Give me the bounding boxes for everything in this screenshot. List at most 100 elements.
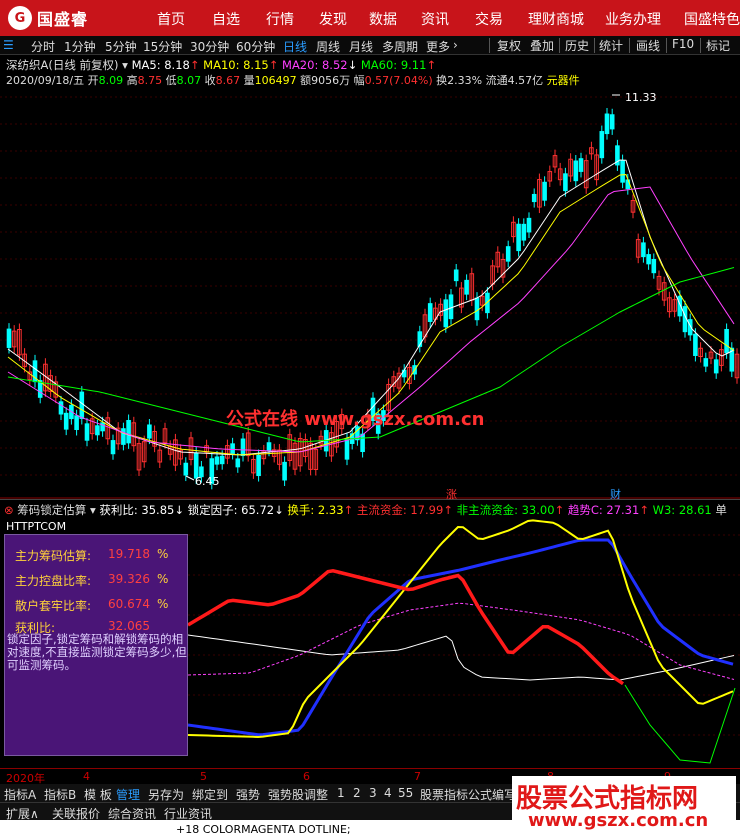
tab-strong-adjust[interactable]: 强势股调整	[268, 786, 328, 803]
divider	[489, 38, 490, 53]
ma60-label: MA60: 9.11	[360, 58, 427, 72]
up-arrow-icon: ↑	[426, 58, 437, 72]
tab-strong[interactable]: 强势	[236, 786, 260, 803]
candle-body	[604, 113, 610, 135]
overlay-button[interactable]: 叠加	[530, 37, 554, 54]
panel-value: 19.718	[108, 547, 150, 561]
nav-trade[interactable]: 交易	[475, 9, 503, 29]
tab-formula-editor[interactable]: 股票指标公式编写	[420, 786, 516, 803]
tab-manage[interactable]: 管理	[116, 786, 140, 803]
candle-body	[578, 158, 584, 172]
mark-button[interactable]: 标记	[706, 37, 730, 54]
tab-4[interactable]: 4	[384, 786, 392, 800]
chip-info-panel: 主力筹码估算: 19.718 % 主力控盘比率: 39.326 % 散户套牢比率…	[4, 534, 188, 756]
change-label: 幅	[353, 74, 365, 87]
chevron-down-icon[interactable]: ▾	[122, 58, 128, 72]
divider	[629, 38, 630, 53]
nav-discover[interactable]: 发现	[319, 9, 347, 29]
panel-unit: %	[157, 597, 169, 611]
tab-3[interactable]: 3	[369, 786, 377, 800]
main-funds-line	[187, 568, 624, 686]
float-value: 4.57亿	[507, 74, 544, 87]
panel-label: 散户套牢比率:	[15, 599, 92, 613]
app-logo[interactable]: G 国盛睿	[8, 6, 138, 30]
stats-button[interactable]: 统计	[599, 37, 623, 54]
tab-1[interactable]: 1	[337, 786, 345, 800]
candle-body	[703, 358, 709, 367]
open-value: 8.09	[98, 74, 124, 87]
date-tick: 4	[83, 770, 90, 783]
tab-bind-to[interactable]: 绑定到	[192, 786, 228, 803]
period-more[interactable]: 更多	[426, 38, 450, 55]
period-15min[interactable]: 15分钟	[143, 38, 182, 55]
candle-body	[63, 412, 69, 430]
tab-55[interactable]: 55	[398, 786, 413, 800]
amount-value: 9056万	[311, 74, 351, 87]
candle-body	[620, 160, 625, 183]
turnover-line	[187, 519, 734, 738]
candle-body	[95, 425, 100, 436]
divider	[594, 38, 595, 53]
period-monthly[interactable]: 月线	[349, 38, 373, 55]
main-chip-line	[187, 538, 734, 737]
candle-body	[724, 328, 729, 354]
tab-2[interactable]: 2	[353, 786, 361, 800]
tab-template[interactable]: 模 板	[84, 786, 112, 803]
panel-label: 主力控盘比率:	[15, 574, 92, 588]
quote-info-row: 2020/09/18/五 开8.09 高8.75 低8.07 收8.67 量10…	[6, 72, 580, 88]
nav-quotes[interactable]: 行情	[266, 9, 294, 29]
period-daily[interactable]: 日线	[283, 38, 307, 55]
candle-body	[74, 415, 79, 431]
adjust-button[interactable]: 复权	[497, 37, 521, 54]
chevron-right-icon[interactable]: ›	[453, 38, 458, 52]
period-5min[interactable]: 5分钟	[105, 38, 137, 55]
candle-body	[526, 217, 532, 233]
candle-body	[219, 455, 225, 465]
candle-body	[121, 428, 126, 445]
collapse-icon[interactable]: ☰	[3, 38, 14, 52]
panel-row-control-ratio: 主力控盘比率: 39.326 %	[15, 572, 168, 589]
nav-wealth-mall[interactable]: 理财商城	[528, 9, 584, 29]
nav-data[interactable]: 数据	[369, 9, 397, 29]
period-30min[interactable]: 30分钟	[190, 38, 229, 55]
draw-line-button[interactable]: 画线	[636, 37, 660, 54]
tab-indicator-a[interactable]: 指标A	[4, 786, 36, 803]
candle-body	[646, 254, 651, 265]
period-timeshare[interactable]: 分时	[31, 38, 55, 55]
low-value: 8.07	[176, 74, 202, 87]
history-button[interactable]: 历史	[565, 37, 589, 54]
panel-row-trapped-ratio: 散户套牢比率: 60.674 %	[15, 597, 168, 614]
candle-body	[84, 423, 90, 441]
candle-body	[360, 433, 365, 453]
volume-label: 量	[243, 74, 255, 87]
date-tick: 5	[200, 770, 207, 783]
divider	[700, 38, 701, 53]
nav-features[interactable]: 国盛特色	[684, 9, 740, 29]
period-multi[interactable]: 多周期	[382, 38, 418, 55]
lock-factor-line	[187, 634, 735, 681]
turnover-label: 换	[436, 74, 448, 87]
period-60min[interactable]: 60分钟	[236, 38, 275, 55]
f10-button[interactable]: F10	[672, 37, 694, 51]
open-label: 开	[87, 74, 99, 87]
period-toolbar: ☰ 分时 1分钟 5分钟 15分钟 30分钟 60分钟 日线 周线 月线 多周期…	[0, 36, 740, 55]
period-weekly[interactable]: 周线	[316, 38, 340, 55]
nav-news[interactable]: 资讯	[421, 9, 449, 29]
candlestick-chart[interactable]	[0, 87, 740, 499]
candle-body	[214, 456, 220, 465]
nav-services[interactable]: 业务办理	[605, 9, 661, 29]
period-1min[interactable]: 1分钟	[64, 38, 96, 55]
tab-save-as[interactable]: 另存为	[148, 786, 184, 803]
panel-value: 39.326	[108, 572, 150, 586]
candle-body	[542, 181, 547, 201]
high-label: 高	[126, 74, 138, 87]
float-label: 流通	[485, 74, 508, 87]
nav-home[interactable]: 首页	[157, 9, 185, 29]
candle-body	[641, 242, 646, 258]
amount-label: 额	[300, 74, 312, 87]
nav-watchlist[interactable]: 自选	[212, 9, 240, 29]
panel-row-main-chips: 主力筹码估算: 19.718 %	[15, 547, 168, 564]
ma-info-row: 深纺织A(日线 前复权) ▾ MA5: 8.18↑ MA10: 8.15↑ MA…	[6, 57, 436, 73]
candle-body	[266, 442, 272, 451]
tab-indicator-b[interactable]: 指标B	[44, 786, 76, 803]
